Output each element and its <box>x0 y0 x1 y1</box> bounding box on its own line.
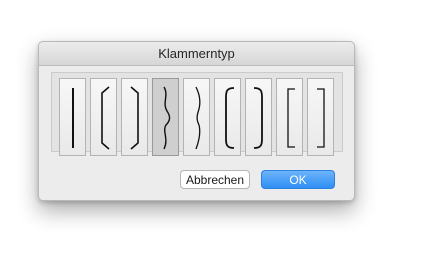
bracket-option-angled-left[interactable] <box>90 78 117 156</box>
bracket-type-dialog: Klammerntyp Abbrechen OK <box>38 41 355 201</box>
square-bracket-right-icon <box>317 88 325 148</box>
bracket-option-round-left[interactable] <box>214 78 241 156</box>
dialog-title: Klammerntyp <box>39 42 354 66</box>
bracket-option-square-right[interactable] <box>307 78 334 156</box>
ok-button[interactable]: OK <box>261 170 335 189</box>
bracket-angled-corners-icon <box>101 86 110 150</box>
bracket-single-line-icon <box>72 88 74 148</box>
bracket-option-angled-right[interactable] <box>121 78 148 156</box>
bracket-round-corners-icon <box>225 87 235 149</box>
bracket-option-wavy-brace[interactable] <box>152 78 179 156</box>
bracket-option-square-left[interactable] <box>276 78 303 156</box>
brace-wavy-icon <box>163 86 171 150</box>
bracket-option-round-right[interactable] <box>245 78 272 156</box>
cancel-button[interactable]: Abbrechen <box>180 170 250 189</box>
square-bracket-left-icon <box>287 88 295 148</box>
bracket-option-single-line[interactable] <box>59 78 86 156</box>
bracket-options-panel <box>51 72 343 156</box>
bracket-round-corners-right-icon <box>253 87 263 149</box>
brace-wavy-thin-icon <box>195 86 201 150</box>
bracket-option-wavy-thin[interactable] <box>183 78 210 156</box>
bracket-angled-corners-right-icon <box>130 86 139 150</box>
